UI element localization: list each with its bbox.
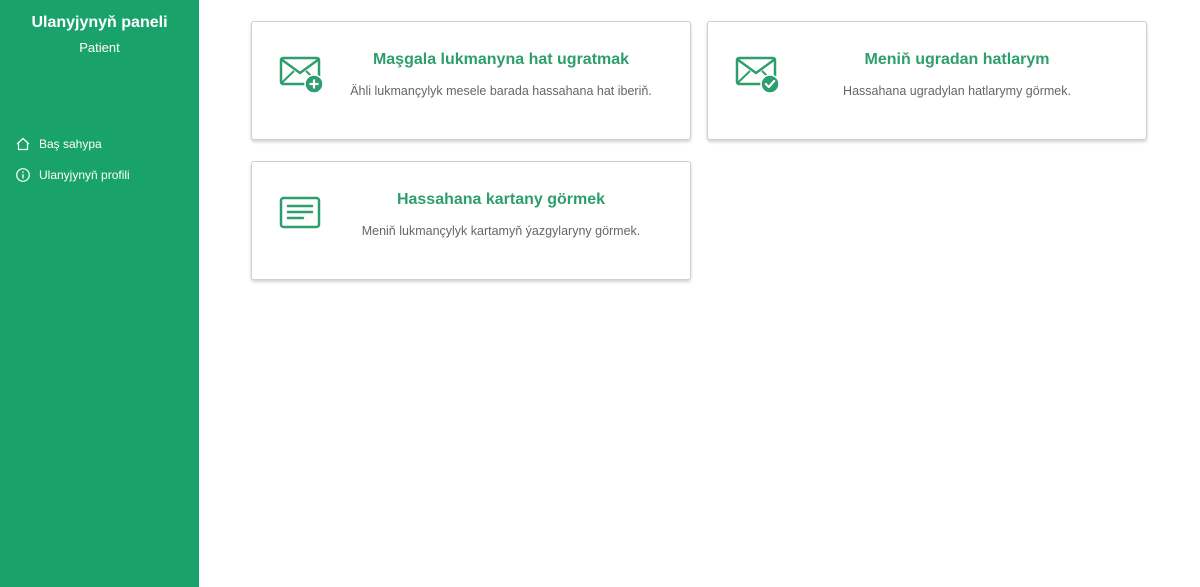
- sidebar: Ulanyjynyň paneli Patient Baş sahypa Ula…: [0, 0, 199, 587]
- card-sent-messages[interactable]: Meniň ugradan hatlarym Hassahana ugradyl…: [707, 21, 1147, 140]
- home-icon: [16, 137, 30, 150]
- app-root: Ulanyjynyň paneli Patient Baş sahypa Ula…: [0, 0, 1200, 587]
- sidebar-item-profile[interactable]: Ulanyjynyň profili: [0, 159, 199, 190]
- card-title: Meniň ugradan hatlarym: [864, 51, 1050, 68]
- sidebar-subtitle: Patient: [79, 40, 120, 55]
- card-title: Maşgala lukmanyna hat ugratmak: [372, 51, 630, 68]
- document-lines-icon: [279, 196, 321, 229]
- card-send-message[interactable]: Maşgala lukmanyna hat ugratmak Ähli lukm…: [251, 21, 691, 140]
- sidebar-nav: Baş sahypa Ulanyjynyň profili: [0, 128, 199, 190]
- card-medical-record[interactable]: Hassahana kartany görmek Meniň lukmançyl…: [251, 161, 691, 280]
- sidebar-item-label: Baş sahypa: [39, 136, 102, 151]
- sidebar-item-home[interactable]: Baş sahypa: [0, 128, 199, 159]
- card-description: Hassahana ugradylan hatlarymy görmek.: [843, 84, 1071, 98]
- sidebar-item-label: Ulanyjynyň profili: [39, 167, 130, 182]
- card-description: Meniň lukmançylyk kartamyň ýazgylaryny g…: [361, 224, 641, 238]
- card-description: Ähli lukmançylyk mesele barada hassahana…: [350, 84, 652, 98]
- sidebar-title: Ulanyjynyň paneli: [31, 14, 168, 31]
- envelope-check-icon: [735, 56, 780, 94]
- card-title: Hassahana kartany görmek: [396, 191, 606, 208]
- envelope-plus-icon: [279, 56, 324, 94]
- info-icon: [16, 167, 30, 182]
- main-content: Maşgala lukmanyna hat ugratmak Ähli lukm…: [199, 0, 1200, 587]
